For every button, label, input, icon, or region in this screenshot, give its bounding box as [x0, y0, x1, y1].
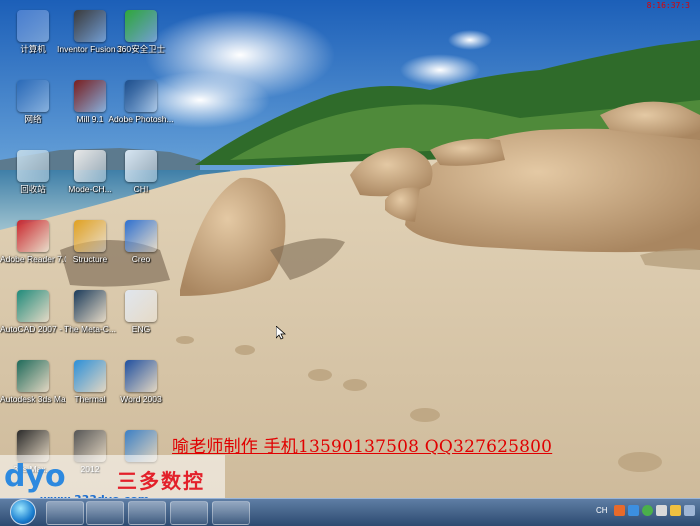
tray-show-desktop-icon[interactable] [684, 505, 695, 516]
eng-icon [125, 290, 157, 322]
top-clock-readout: 8:16:37:3 [646, 1, 690, 10]
recycle-bin-icon [17, 150, 49, 182]
tray-help-icon[interactable] [642, 505, 653, 516]
photoshop-icon [125, 80, 157, 112]
tray-volume-icon[interactable] [656, 505, 667, 516]
creo-icon [125, 220, 157, 252]
computer-icon [17, 10, 49, 42]
mouse-cursor-icon [276, 326, 286, 340]
meta-icon [74, 290, 106, 322]
desktop-icon[interactable]: CHI [108, 150, 174, 194]
desktop-icon[interactable]: Word 2003 [108, 360, 174, 404]
network-icon [17, 80, 49, 112]
autocad-icon [17, 290, 49, 322]
adobe-reader-icon [17, 220, 49, 252]
desktop-icon-label: ENG [131, 324, 151, 334]
desktop-icon-label: Creo [131, 254, 151, 264]
tray-ime-icon[interactable] [614, 505, 625, 516]
desktop-icon[interactable]: 360安全卫士 [108, 10, 174, 54]
desktop-icon[interactable]: Creo [108, 220, 174, 264]
taskbar-button-app-2[interactable] [170, 501, 208, 525]
mode-ch-icon [74, 150, 106, 182]
structure-icon [74, 220, 106, 252]
desktop-icon-label: CHI [133, 184, 149, 194]
3dsmax-icon [17, 360, 49, 392]
desktop-icon-label: 360安全卫士 [116, 44, 166, 54]
inventor-fusion-icon [74, 10, 106, 42]
author-banner: 喻老师制作 手机13590137508 QQ327625800 [172, 437, 553, 457]
watermark-logo: dyo [4, 459, 66, 494]
thermal-icon [74, 360, 106, 392]
desktop-icon[interactable]: Adobe Photosh... [108, 80, 174, 124]
language-indicator[interactable]: CH [596, 506, 608, 515]
chi-icon [125, 150, 157, 182]
start-button[interactable] [10, 499, 36, 525]
mill-icon [74, 80, 106, 112]
tray-network-icon[interactable] [628, 505, 639, 516]
taskbar-button-app[interactable] [128, 501, 166, 525]
360-safe-icon [125, 10, 157, 42]
word-icon [125, 360, 157, 392]
desktop-icon-label: Word 2003 [120, 394, 162, 404]
taskbar-button-explorer[interactable] [86, 501, 124, 525]
desktop-icon[interactable]: ENG [108, 290, 174, 334]
taskbar-button-ie[interactable] [46, 501, 84, 525]
taskbar-button-app-3[interactable] [212, 501, 250, 525]
tray-security-icon[interactable] [670, 505, 681, 516]
desktop-icon-label: Adobe Photosh... [108, 114, 174, 124]
watermark-brand: 三多数控 [117, 469, 205, 493]
